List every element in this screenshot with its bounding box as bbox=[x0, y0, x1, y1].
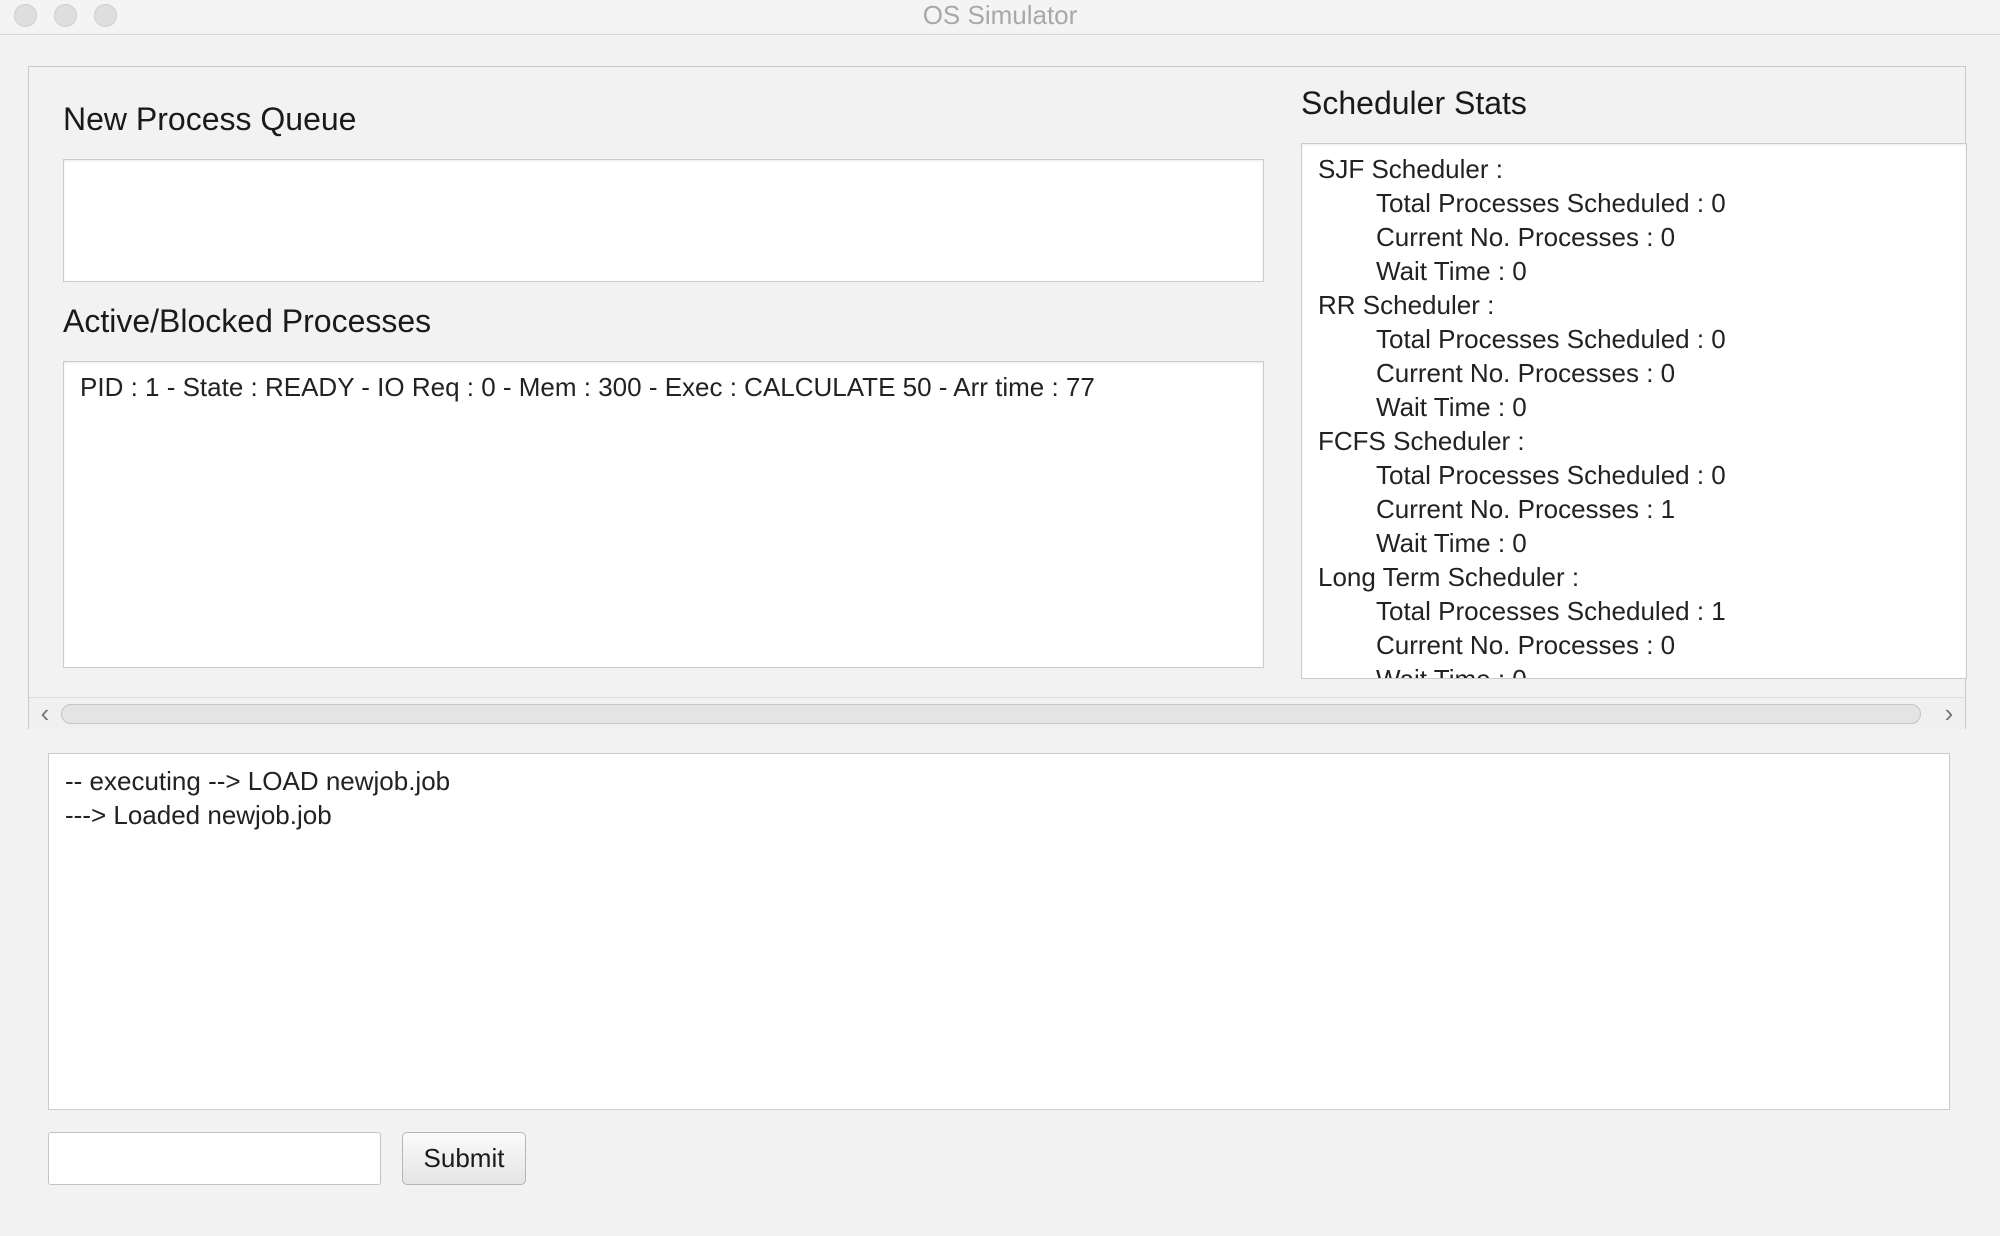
window-title: OS Simulator bbox=[922, 0, 1078, 30]
console-output[interactable]: -- executing --> LOAD newjob.job ---> Loa… bbox=[48, 753, 1950, 1110]
new-process-queue-list[interactable] bbox=[63, 159, 1264, 282]
scheduler-stat-line: Current No. Processes : 0 bbox=[1376, 630, 1676, 660]
title-bar: OS Simulator bbox=[0, 0, 2000, 35]
chevron-left-icon[interactable]: ‹ bbox=[33, 698, 57, 728]
chevron-right-icon[interactable]: › bbox=[1937, 698, 1961, 728]
new-process-queue-title: New Process Queue bbox=[63, 101, 357, 137]
scheduler-stats-list: SJF Scheduler : Total Processes Scheduled… bbox=[1318, 152, 1726, 679]
horizontal-scrollbar[interactable]: ‹ › bbox=[29, 697, 1965, 729]
scheduler-stat-line: Total Processes Scheduled : 0 bbox=[1376, 324, 1726, 354]
scheduler-stat-line: Wait Time : 0 bbox=[1376, 256, 1527, 286]
scheduler-stat-line: Total Processes Scheduled : 0 bbox=[1376, 460, 1726, 490]
scheduler-stat-line: Current No. Processes : 0 bbox=[1376, 222, 1676, 252]
submit-button[interactable]: Submit bbox=[402, 1132, 526, 1185]
scheduler-name: RR Scheduler : bbox=[1318, 290, 1495, 320]
scheduler-stat-line: Current No. Processes : 0 bbox=[1376, 358, 1676, 388]
scheduler-name: SJF Scheduler : bbox=[1318, 154, 1503, 184]
top-panel: New Process Queue Active/Blocked Process… bbox=[28, 66, 1967, 729]
command-input[interactable] bbox=[48, 1132, 381, 1185]
active-processes-title: Active/Blocked Processes bbox=[63, 303, 432, 339]
scheduler-stat-line: Total Processes Scheduled : 0 bbox=[1376, 188, 1726, 218]
scheduler-stats-title: Scheduler Stats bbox=[1301, 85, 1527, 121]
scheduler-name: Long Term Scheduler : bbox=[1318, 562, 1580, 592]
scheduler-stat-line: Wait Time : 0 bbox=[1376, 392, 1527, 422]
active-processes-list[interactable]: PID : 1 - State : READY - IO Req : 0 - M… bbox=[63, 361, 1264, 668]
scheduler-name: FCFS Scheduler : bbox=[1318, 426, 1525, 456]
console-line: ---> Loaded newjob.job bbox=[65, 800, 332, 830]
process-list-item[interactable]: PID : 1 - State : READY - IO Req : 0 - M… bbox=[80, 372, 1095, 403]
console-lines: -- executing --> LOAD newjob.job ---> Loa… bbox=[65, 764, 450, 832]
scheduler-stats-panel[interactable]: SJF Scheduler : Total Processes Scheduled… bbox=[1301, 143, 1967, 679]
console-line: -- executing --> LOAD newjob.job bbox=[65, 766, 451, 796]
scheduler-stat-line: Current No. Processes : 1 bbox=[1376, 494, 1676, 524]
scheduler-stat-line: Wait Time : 0 bbox=[1376, 664, 1527, 679]
scheduler-stat-line: Wait Time : 0 bbox=[1376, 528, 1527, 558]
scrollbar-thumb[interactable] bbox=[61, 704, 1921, 724]
scheduler-stat-line: Total Processes Scheduled : 1 bbox=[1376, 596, 1726, 626]
